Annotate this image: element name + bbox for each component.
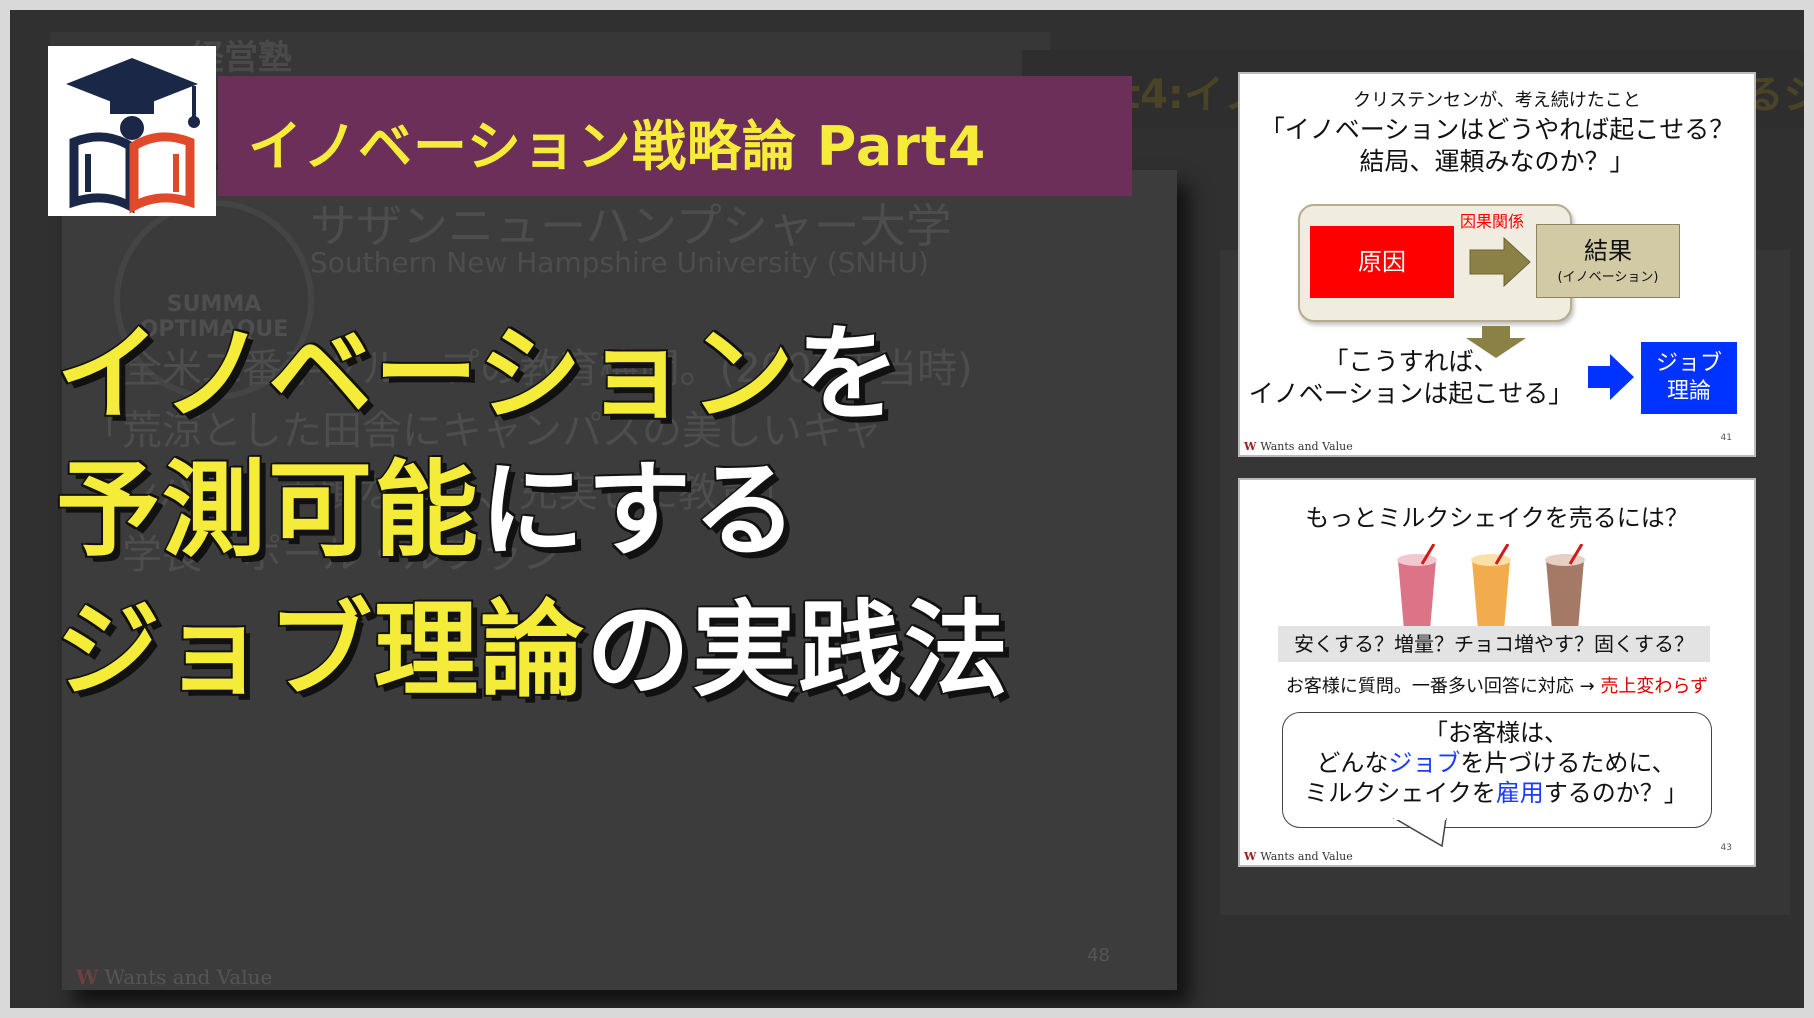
job-theory-box: ジョブ 理論 xyxy=(1641,342,1737,414)
slide1-page-number: 41 xyxy=(1720,433,1732,443)
slide2-title: もっとミルクシェイクを売るには？ xyxy=(1305,505,1689,532)
keyword-job: ジョブ xyxy=(1388,749,1461,777)
thumbnail-frame: 経営塾 Part4:イノベーションを予測可能にするジョブ理論 SUMMA OPT… xyxy=(0,0,1814,1018)
result-subtitle: (イノベーション) xyxy=(1557,270,1659,285)
cause-box: 原因 xyxy=(1310,226,1454,298)
survey-line: お客様に質問。一番多い回答に対応 → 売上変わらず xyxy=(1285,676,1709,697)
blue-right-arrow-icon xyxy=(1588,354,1634,400)
wv-logo-icon: W xyxy=(76,965,99,989)
result-title: 結果 xyxy=(1584,237,1632,265)
series-title: イノベーション戦略論 Part4 xyxy=(248,115,987,178)
headline-line-3: ジョブ理論の実践法 xyxy=(54,597,1010,704)
milkshake-cups-image xyxy=(1397,544,1585,630)
headline-1-rest: を xyxy=(794,313,902,435)
wv-logo-icon: W xyxy=(1244,850,1257,863)
slide-innovation-theory: クリステンセンが、考え続けたこと 「イノベーションはどうやれば起こせる？ 結局、… xyxy=(1240,74,1754,455)
series-banner: イノベーション戦略論 Part4 xyxy=(218,76,1132,196)
slide1-title-line1: 「イノベーションはどうやれば起こせる？ xyxy=(1259,116,1735,144)
background-slide: SUMMA OPTIMAQUE サザンニューハンプシャー大学 Southern … xyxy=(62,170,1177,990)
headline-2-rest: にする xyxy=(479,449,800,571)
options-strip: 安くする？増量？チョコ増やす？固くする？ xyxy=(1278,626,1710,662)
speech-bubble-tail xyxy=(1392,818,1447,848)
survey-result: 売上変わらず xyxy=(1600,676,1709,697)
milkshake-cup-strawberry xyxy=(1397,544,1437,630)
headline-3-rest: の実践法 xyxy=(585,589,1011,711)
graduation-book-icon xyxy=(66,58,200,214)
causal-relation-label: 因果関係 xyxy=(1460,212,1525,231)
headline-1-highlight: イノベーション xyxy=(55,313,796,435)
headline-3-highlight: ジョブ理論 xyxy=(54,589,587,711)
slide2-page-number: 43 xyxy=(1720,843,1732,853)
headline-line-2: 予測可能にする xyxy=(54,457,799,564)
slide1-footer-logo: W Wants and Value xyxy=(1244,440,1353,453)
result-box: 結果 (イノベーション) xyxy=(1536,224,1680,298)
school-logo xyxy=(48,46,216,216)
speech-bubble-text: 「お客様は、 どんなジョブを片づけるために、 ミルクシェイクを雇用するのか？」 xyxy=(1304,719,1688,807)
keyword-hire: 雇用 xyxy=(1495,779,1544,807)
milkshake-cup-mango xyxy=(1471,544,1511,630)
right-arrow-icon xyxy=(1469,236,1531,288)
wv-logo-icon: W xyxy=(1244,440,1257,453)
headline-line-1: イノベーションを xyxy=(55,321,902,428)
slide1-title-line2: 結局、運頼みなのか？」 xyxy=(1359,148,1635,176)
slide1-quote: 「こうすれば、 イノベーションは起こせる」 xyxy=(1248,347,1574,408)
background-page-number: 48 xyxy=(1087,945,1110,966)
slide1-subtitle: クリステンセンが、考え続けたこと xyxy=(1353,90,1641,110)
slide2-footer-logo: W Wants and Value xyxy=(1244,850,1353,863)
slide-milkshake: もっとミルクシェイクを売るには？ 安くする？増量？チョコ増やす？固くする？ お客… xyxy=(1240,480,1754,865)
background-university-name-en: Southern New Hampshire University (SNHU) xyxy=(310,246,929,279)
milkshake-cup-chocolate xyxy=(1545,544,1585,630)
background-logo: W Wants and Value xyxy=(76,965,273,989)
headline-2-highlight: 予測可能 xyxy=(54,449,481,571)
